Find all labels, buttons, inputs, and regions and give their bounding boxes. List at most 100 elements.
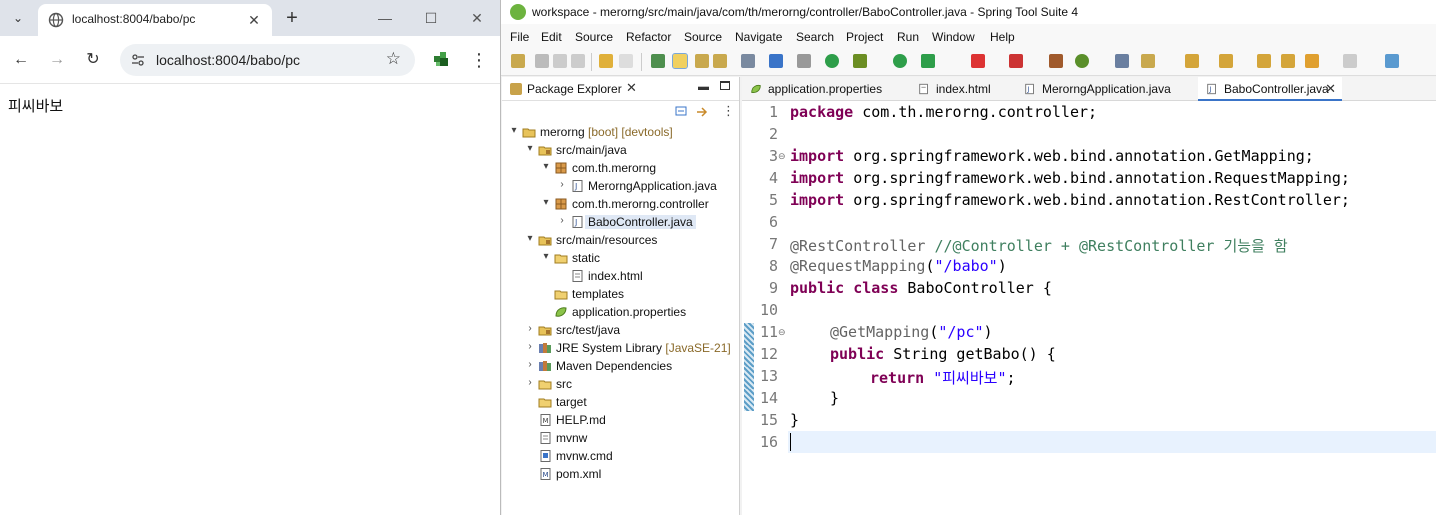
back-button[interactable]: ← xyxy=(10,49,32,71)
code-line-8[interactable]: @RequestMapping("/babo") xyxy=(790,257,1007,275)
expanded-chevron-icon[interactable]: ▾ xyxy=(540,251,552,263)
tab-search-button[interactable]: ⌄ xyxy=(6,6,30,30)
editor-tab-index-html[interactable]: index.html xyxy=(910,77,1014,101)
run-icon[interactable] xyxy=(893,54,907,68)
back-icon[interactable] xyxy=(1305,54,1319,68)
print-icon[interactable] xyxy=(571,54,585,68)
new-tab-button[interactable]: + xyxy=(280,6,304,30)
toggle-word-wrap-icon[interactable] xyxy=(713,54,727,68)
code-line-11[interactable]: @GetMapping("/pc") xyxy=(830,323,993,341)
open-perspective-icon[interactable] xyxy=(1115,54,1129,68)
block-selection-icon[interactable] xyxy=(695,54,709,68)
menu-help[interactable]: Help xyxy=(990,30,1015,44)
fold-toggle-icon[interactable]: ⊖ xyxy=(778,151,786,162)
new-icon[interactable] xyxy=(511,54,525,68)
back-history-icon[interactable] xyxy=(1281,54,1295,68)
last-edit-icon[interactable] xyxy=(1257,54,1271,68)
next-annotation-icon[interactable] xyxy=(1185,54,1199,68)
forward-icon[interactable] xyxy=(1343,54,1357,68)
console-icon[interactable] xyxy=(769,54,783,68)
editor-tab-merorng-application[interactable]: J MerorngApplication.java xyxy=(1016,77,1192,101)
code-line-15[interactable]: } xyxy=(790,411,799,429)
browser-menu-button[interactable]: ⋮ xyxy=(470,48,488,72)
code-line-12[interactable]: public String getBabo() { xyxy=(830,345,1056,363)
menu-refactor[interactable]: Refactor xyxy=(626,30,671,44)
collapsed-chevron-icon[interactable]: › xyxy=(556,215,568,227)
boot-dashboard-icon[interactable] xyxy=(825,54,839,68)
expanded-chevron-icon[interactable]: ▾ xyxy=(540,197,552,209)
collapsed-chevron-icon[interactable]: › xyxy=(524,377,536,389)
show-whitespace-icon[interactable] xyxy=(741,54,755,68)
editor-tab-bar: application.properties index.html J Meror… xyxy=(742,77,1436,101)
link-with-editor-icon[interactable] xyxy=(696,106,710,118)
open-type-icon[interactable] xyxy=(651,54,665,68)
close-tab-icon[interactable]: ✕ xyxy=(244,10,264,30)
reload-button[interactable]: ↻ xyxy=(82,49,104,71)
expanded-chevron-icon[interactable]: ▾ xyxy=(524,143,536,155)
close-editor-tab-icon[interactable]: ✕ xyxy=(1325,81,1336,97)
code-line-3[interactable]: import org.springframework.web.bind.anno… xyxy=(790,147,1314,165)
menu-project[interactable]: Project xyxy=(846,30,883,44)
menu-run[interactable]: Run xyxy=(897,30,919,44)
menu-file[interactable]: File xyxy=(510,30,529,44)
expanded-chevron-icon[interactable]: ▾ xyxy=(540,161,552,173)
menu-edit[interactable]: Edit xyxy=(541,30,562,44)
address-bar[interactable]: localhost:8004/babo/pc ☆ xyxy=(120,44,415,76)
menu-navigate[interactable]: Navigate xyxy=(735,30,782,44)
undo-icon[interactable] xyxy=(599,54,613,68)
maximize-view-icon[interactable] xyxy=(720,81,730,90)
code-line-14[interactable]: } xyxy=(830,389,839,407)
minimize-button[interactable]: — xyxy=(362,4,408,32)
code-line-5[interactable]: import org.springframework.web.bind.anno… xyxy=(790,191,1350,209)
run-last-icon[interactable] xyxy=(921,54,935,68)
prev-annotation-icon[interactable] xyxy=(1219,54,1233,68)
url-text[interactable]: localhost:8004/babo/pc xyxy=(156,52,300,68)
close-window-button[interactable]: ✕ xyxy=(454,4,500,32)
line-number: 1 xyxy=(768,103,778,121)
expanded-chevron-icon[interactable]: ▾ xyxy=(524,233,536,245)
menu-source[interactable]: Source xyxy=(575,30,613,44)
view-menu-icon[interactable]: ⋮ xyxy=(722,103,736,118)
forward-button[interactable]: → xyxy=(46,49,68,71)
skip-breakpoints-icon[interactable] xyxy=(797,54,811,68)
browser-tab[interactable]: localhost:8004/babo/pc ✕ xyxy=(38,4,272,36)
search-tools-icon[interactable] xyxy=(1141,54,1155,68)
code-line-4[interactable]: import org.springframework.web.bind.anno… xyxy=(790,169,1350,187)
maximize-button[interactable]: ☐ xyxy=(408,4,454,32)
code-line-7[interactable]: @RestController //@Controller + @RestCon… xyxy=(790,235,1288,256)
save-all-icon[interactable] xyxy=(553,54,567,68)
mark-occurrences-icon[interactable] xyxy=(672,53,688,69)
editor-tab-babo-controller[interactable]: J BaboController.java ✕ xyxy=(1198,77,1342,101)
close-view-icon[interactable]: ✕ xyxy=(626,80,637,96)
menu-window[interactable]: Window xyxy=(932,30,975,44)
tree-decoration: [JavaSE-21] xyxy=(662,341,731,355)
redo-icon[interactable] xyxy=(619,54,633,68)
extension-icon[interactable] xyxy=(432,50,452,70)
collapsed-chevron-icon[interactable]: › xyxy=(556,179,568,191)
menu-search[interactable]: Search xyxy=(796,30,834,44)
debug-icon[interactable] xyxy=(853,54,867,68)
collapse-all-icon[interactable] xyxy=(674,106,688,118)
code-text-area[interactable]: package com.th.merorng.controller; impor… xyxy=(788,101,1436,515)
code-line-1[interactable]: package com.th.merorng.controller; xyxy=(790,103,1097,121)
minimize-view-icon[interactable]: ▬ xyxy=(698,81,709,93)
stop-icon[interactable] xyxy=(971,54,985,68)
collapsed-chevron-icon[interactable]: › xyxy=(524,323,536,335)
perspective-icon[interactable] xyxy=(1385,54,1399,68)
open-task-icon[interactable] xyxy=(1049,54,1063,68)
menu-source-2[interactable]: Source xyxy=(684,30,722,44)
editor-tab-application-properties[interactable]: application.properties xyxy=(742,77,906,101)
save-icon[interactable] xyxy=(535,54,549,68)
new-java-class-icon[interactable] xyxy=(1075,54,1089,68)
package-explorer-title[interactable]: Package Explorer xyxy=(527,82,622,96)
terminate-icon[interactable] xyxy=(1009,54,1023,68)
fold-toggle-icon[interactable]: ⊖ xyxy=(778,327,786,338)
site-info-icon[interactable] xyxy=(130,52,146,68)
code-line-13[interactable]: return "피씨바보"; xyxy=(870,367,1016,388)
bookmark-star-icon[interactable]: ☆ xyxy=(386,49,401,69)
code-line-9[interactable]: public class BaboController { xyxy=(790,279,1052,297)
expanded-chevron-icon[interactable]: ▾ xyxy=(508,125,520,137)
collapsed-chevron-icon[interactable]: › xyxy=(524,359,536,371)
browser-tabstrip: ⌄ localhost:8004/babo/pc ✕ + — ☐ ✕ xyxy=(0,0,500,36)
collapsed-chevron-icon[interactable]: › xyxy=(524,341,536,353)
